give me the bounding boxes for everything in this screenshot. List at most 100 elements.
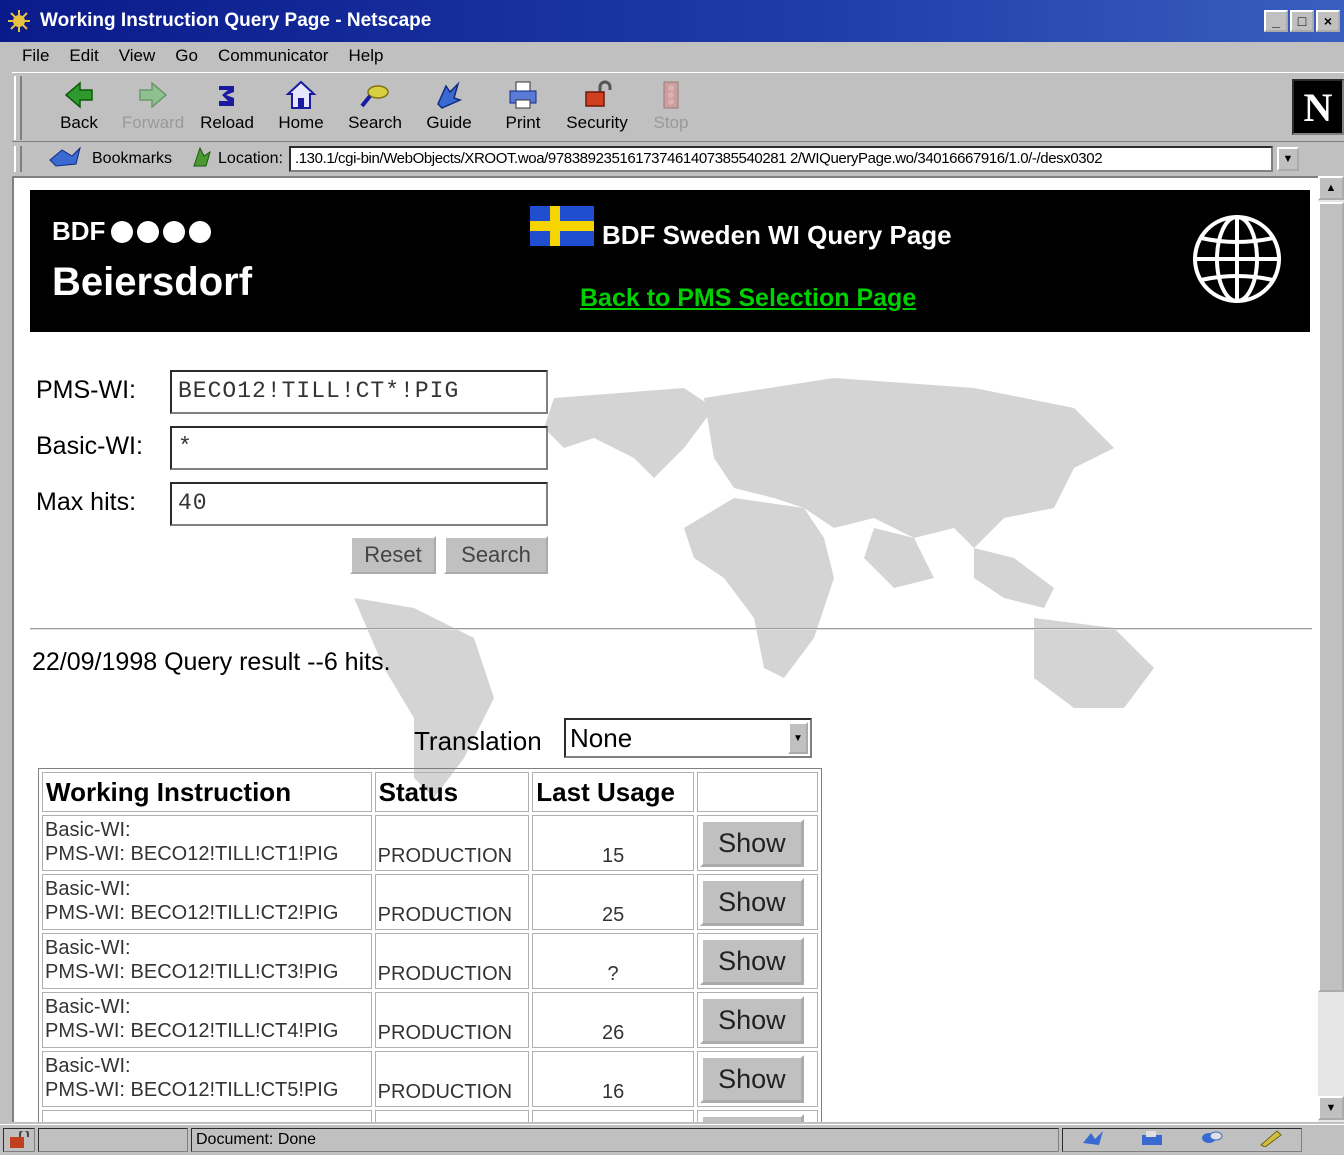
search-button[interactable]: Search <box>338 73 412 133</box>
status-cell: PRODUCTION <box>374 815 530 871</box>
show-button[interactable] <box>699 1114 804 1122</box>
translation-select[interactable]: None ▼ <box>564 718 812 758</box>
netscape-app-icon[interactable] <box>6 8 32 34</box>
chevron-up-icon: ▲ <box>1325 182 1337 194</box>
menu-edit[interactable]: Edit <box>69 46 98 66</box>
security-button[interactable]: Security <box>560 73 634 133</box>
action-cell: Show <box>696 874 818 930</box>
last-usage-cell: ? <box>532 933 694 989</box>
guide-button[interactable]: Guide <box>412 73 486 133</box>
last-usage-cell: 15 <box>532 815 694 871</box>
vertical-scrollbar[interactable]: ▲ ▼ <box>1318 176 1344 1122</box>
reload-button[interactable]: Reload <box>190 73 264 133</box>
print-icon <box>506 77 540 113</box>
status-cell <box>374 1110 530 1122</box>
menu-go[interactable]: Go <box>175 46 198 66</box>
show-button[interactable]: Show <box>699 878 804 926</box>
menu-help[interactable]: Help <box>348 46 383 66</box>
mail-icon[interactable] <box>1140 1129 1164 1152</box>
chevron-down-icon: ▼ <box>1282 153 1294 165</box>
translation-label: Translation <box>414 726 542 756</box>
action-cell: Show <box>696 815 818 871</box>
reload-icon <box>210 77 244 113</box>
title-bar: Working Instruction Query Page - Netscap… <box>0 0 1344 42</box>
forward-button[interactable]: Forward <box>116 73 190 133</box>
status-cell: PRODUCTION <box>374 933 530 989</box>
chevron-down-icon: ▼ <box>1325 1102 1337 1114</box>
max-hits-input[interactable]: 40 <box>170 482 548 526</box>
column-header-action <box>696 772 818 812</box>
scroll-down-button[interactable]: ▼ <box>1318 1096 1344 1120</box>
menu-file[interactable]: File <box>22 46 49 66</box>
company-name: Beiersdorf <box>52 260 253 304</box>
progress-area <box>38 1128 188 1152</box>
show-button[interactable]: Show <box>699 819 804 867</box>
show-button[interactable]: Show <box>699 1055 804 1103</box>
menu-bar: File Edit View Go Communicator Help <box>0 42 1344 70</box>
pms-wi-label: PMS-WI: <box>36 376 136 404</box>
scrollbar-thumb[interactable] <box>1318 202 1344 992</box>
basic-wi-label: Basic-WI: <box>36 432 143 460</box>
lock-icon <box>580 77 614 113</box>
working-instruction-cell: Basic-WI: PMS-WI: BECO12!TILL!CT2!PIG <box>42 874 372 930</box>
security-status-icon[interactable] <box>3 1128 35 1152</box>
table-row: Basic-WI: PMS-WI: BECO12!TILL!CT3!PIG PRO… <box>42 933 818 989</box>
stop-button[interactable]: Stop <box>634 73 708 133</box>
results-table: Working Instruction Status Last Usage Ba… <box>38 768 822 1122</box>
last-usage-cell: 26 <box>532 992 694 1048</box>
page-title: BDF Sweden WI Query Page <box>602 220 952 250</box>
status-cell: PRODUCTION <box>374 1051 530 1107</box>
minimize-button[interactable]: _ <box>1264 10 1288 32</box>
search-icon <box>358 77 392 113</box>
bookmarks-button[interactable]: Bookmarks <box>48 145 172 173</box>
forward-arrow-icon <box>136 77 170 113</box>
basic-wi-input[interactable]: * <box>170 426 548 470</box>
bookmarks-icon <box>48 145 82 173</box>
close-button[interactable]: × <box>1316 10 1340 32</box>
netscape-logo[interactable]: N <box>1292 79 1344 135</box>
column-header-last-usage: Last Usage <box>532 772 694 812</box>
show-button[interactable]: Show <box>699 937 804 985</box>
table-header-row: Working Instruction Status Last Usage <box>42 772 818 812</box>
location-grip[interactable] <box>14 146 22 172</box>
guide-icon <box>432 77 466 113</box>
reset-button[interactable]: Reset <box>350 536 436 574</box>
column-header-working-instruction: Working Instruction <box>42 772 372 812</box>
scroll-up-button[interactable]: ▲ <box>1318 176 1344 200</box>
query-result-summary: 22/09/1998 Query result --6 hits. <box>32 648 391 676</box>
url-field[interactable]: .130.1/cgi-bin/WebObjects/XROOT.woa/9783… <box>288 146 1273 172</box>
max-hits-label: Max hits: <box>36 488 137 516</box>
header-banner: BDF Beiersdorf BDF Sweden WI Query Page … <box>30 190 1310 332</box>
url-dropdown-button[interactable]: ▼ <box>1276 147 1299 171</box>
home-button[interactable]: Home <box>264 73 338 133</box>
action-cell <box>696 1110 818 1122</box>
status-text: Document: Done <box>191 1128 1059 1152</box>
table-row: Basic-WI: PMS-WI: BECO12!TILL!CT2!PIG PRO… <box>42 874 818 930</box>
stop-icon <box>654 77 688 113</box>
home-icon <box>284 77 318 113</box>
page-content: BDF Beiersdorf BDF Sweden WI Query Page … <box>12 176 1318 1122</box>
back-to-pms-link[interactable]: Back to PMS Selection Page <box>580 284 916 313</box>
window-title: Working Instruction Query Page - Netscap… <box>40 10 432 31</box>
discussions-icon[interactable] <box>1200 1129 1224 1152</box>
maximize-button[interactable]: □ <box>1290 10 1314 32</box>
print-button[interactable]: Print <box>486 73 560 133</box>
back-button[interactable]: Back <box>42 73 116 133</box>
chevron-down-icon: ▼ <box>788 722 808 754</box>
working-instruction-cell: Basic-WI: PMS-WI: BECO12!TILL!CT3!PIG <box>42 933 372 989</box>
pms-wi-input[interactable]: BECO12!TILL!CT*!PIG <box>170 370 548 414</box>
navigator-icon[interactable] <box>1081 1129 1105 1152</box>
toolbar-grip[interactable] <box>14 76 22 140</box>
menu-communicator[interactable]: Communicator <box>218 46 329 66</box>
navigation-toolbar: Back Forward Reload Home Search Guide Pr… <box>12 72 1344 142</box>
location-toolbar: Bookmarks Location: .130.1/cgi-bin/WebOb… <box>12 143 1344 175</box>
composer-icon[interactable] <box>1259 1129 1283 1152</box>
show-button[interactable]: Show <box>699 996 804 1044</box>
table-row: Basic-WI: PMS-WI: BECO12!TILL!CT5!PIG PRO… <box>42 1051 818 1107</box>
bdf-dots-logo <box>111 220 212 243</box>
status-cell: PRODUCTION <box>374 874 530 930</box>
sweden-flag-icon <box>530 206 594 246</box>
search-submit-button[interactable]: Search <box>444 536 548 574</box>
menu-view[interactable]: View <box>119 46 156 66</box>
page-proxy-icon[interactable] <box>192 146 212 173</box>
